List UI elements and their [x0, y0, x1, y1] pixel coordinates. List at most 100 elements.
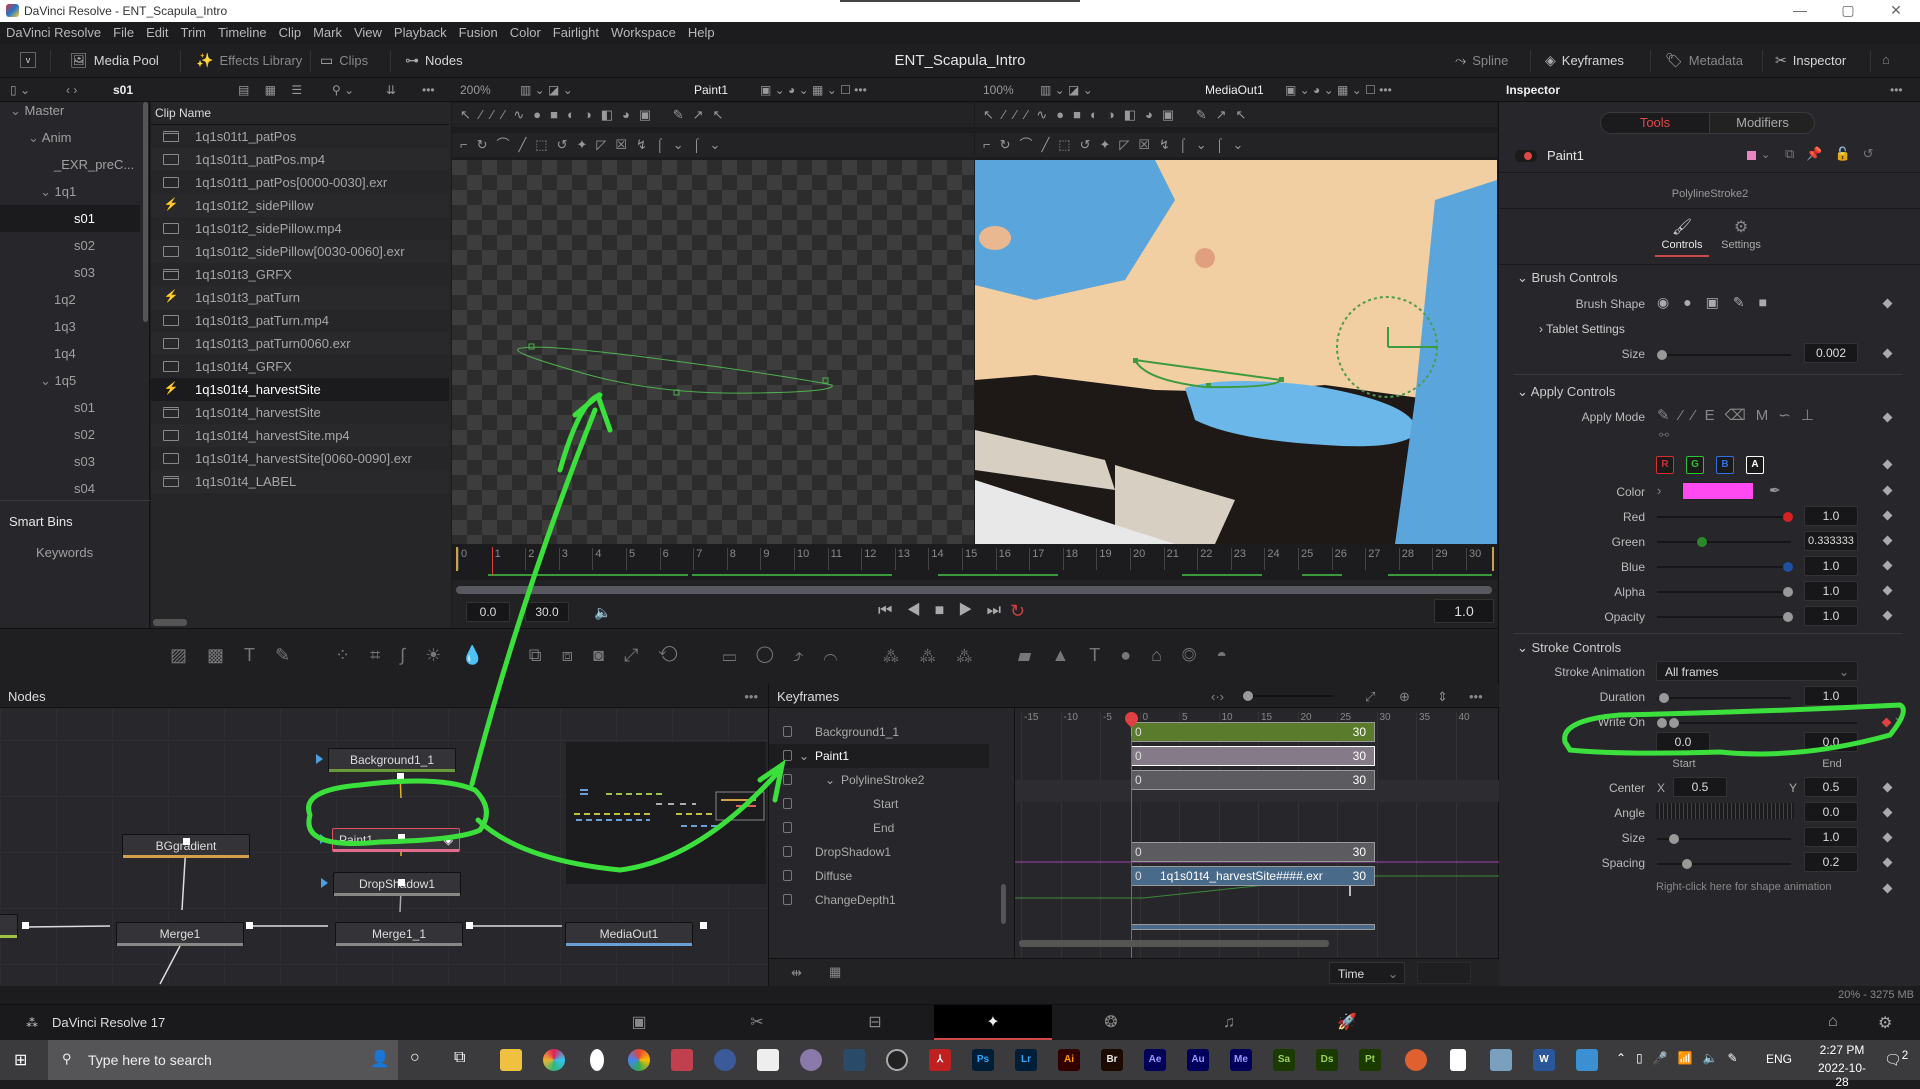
- clip-row[interactable]: 1q1s01t3_patTurn.mp4: [151, 309, 449, 332]
- viewer1-paint-tools-row1[interactable]: ↖⁄⁄⁄∿●■◐◑◧◕▣ ✎↗↖: [452, 103, 974, 127]
- app-icon[interactable]: [800, 1049, 822, 1071]
- viewer2-zoom[interactable]: 100%: [983, 83, 1014, 97]
- keyframe-range-bar[interactable]: 0 30: [1131, 746, 1375, 766]
- clip-row[interactable]: 1q1s01t4_harvestSite: [151, 401, 449, 424]
- stroke-controls-header[interactable]: ⌄ Stroke Controls: [1517, 640, 1621, 656]
- shape-animation-hint[interactable]: Right-click here for shape animation: [1656, 881, 1831, 893]
- spreadsheet-icon[interactable]: ▦: [829, 964, 841, 980]
- clip-row[interactable]: 1q1s01t4_harvestSite.mp4: [151, 424, 449, 447]
- keyframe-diamond[interactable]: [1882, 348, 1893, 359]
- language-indicator[interactable]: ENG: [1766, 1052, 1792, 1066]
- keyframe-range-bar[interactable]: [1131, 924, 1375, 930]
- bin-item[interactable]: 1q2: [0, 286, 76, 313]
- node-header-icons[interactable]: ⧉📌🔓↺: [1785, 146, 1886, 162]
- clip-row[interactable]: 1q1s01t3_patTurn0060.exr: [151, 332, 449, 355]
- keyframe-diamond[interactable]: [1882, 510, 1893, 521]
- time-stretch-icon[interactable]: ⇹: [791, 965, 802, 981]
- brush-size-field[interactable]: 0.002: [1804, 343, 1858, 363]
- keyframe-range-bar[interactable]: 0 1q1s01t4_harvestSite####.exr 30: [1131, 866, 1375, 886]
- viewer1-paint-tools-row2[interactable]: ⌐↻⌒╱⬚↺✦◸☒↯⌠⌄⌠⌄: [452, 133, 974, 157]
- keyframe-range-bar[interactable]: 0 30: [1131, 722, 1375, 742]
- brush-controls-header[interactable]: ⌄ Brush Controls: [1517, 270, 1618, 286]
- node-offscreen[interactable]: [0, 914, 18, 938]
- lock-icon[interactable]: [783, 894, 792, 905]
- tab-modifiers[interactable]: Modifiers: [1709, 113, 1815, 133]
- spline-button[interactable]: ⤳ Spline: [1455, 52, 1508, 69]
- keyframe-diamond[interactable]: [1882, 832, 1893, 843]
- menu-davinci-resolve[interactable]: DaVinci Resolve: [0, 22, 107, 40]
- taskbar-search-box[interactable]: ⚲ Type here to search 👤: [48, 1040, 398, 1080]
- taskbar-app-br[interactable]: Br: [1101, 1049, 1123, 1071]
- duration-slider[interactable]: [1657, 693, 1791, 703]
- node-minimap[interactable]: [566, 742, 766, 884]
- word-icon[interactable]: W: [1533, 1049, 1555, 1071]
- stroke-size-slider[interactable]: [1657, 834, 1791, 844]
- lock-icon[interactable]: [783, 798, 792, 809]
- node-enable-toggle[interactable]: [1515, 150, 1537, 162]
- menu-mark[interactable]: Mark: [307, 22, 348, 40]
- eyedropper-icon[interactable]: ✒: [1769, 482, 1781, 499]
- node-input-port[interactable]: [316, 754, 323, 764]
- channel-toggle-r[interactable]: R: [1656, 456, 1674, 474]
- lock-icon[interactable]: [783, 750, 792, 761]
- clip-row[interactable]: 1q1s01t2_sidePillow.mp4: [151, 217, 449, 240]
- menu-clip[interactable]: Clip: [273, 22, 307, 40]
- cortana-icon[interactable]: ○: [410, 1049, 420, 1067]
- loop-icon[interactable]: ↻: [1010, 601, 1025, 622]
- color-swatch[interactable]: [1682, 482, 1754, 500]
- viewer1-options[interactable]: ▥ ⌄ ◪ ⌄: [520, 83, 573, 97]
- keyframe-diamond[interactable]: [1882, 610, 1893, 621]
- keyframe-diamond[interactable]: [1882, 459, 1893, 470]
- bin-item[interactable]: ⌄ Anim: [0, 124, 71, 151]
- clip-row[interactable]: 1q1s01t1_patPos[0000-0030].exr: [151, 171, 449, 194]
- menu-workspace[interactable]: Workspace: [605, 22, 682, 40]
- search-icon[interactable]: ⚲ ⌄: [332, 83, 354, 97]
- red-slider[interactable]: [1657, 512, 1793, 522]
- photos-icon[interactable]: [1576, 1049, 1598, 1071]
- taskbar-app-sa[interactable]: Sa: [1273, 1049, 1295, 1071]
- bin-item[interactable]: 1q4: [0, 340, 76, 367]
- sidebar-toggle-icon[interactable]: ▯ ⌄: [10, 83, 30, 97]
- node-output-port[interactable]: [246, 922, 253, 929]
- spacing-field[interactable]: 0.2: [1804, 852, 1858, 872]
- app-icon[interactable]: [590, 1049, 604, 1071]
- channel-toggle-a[interactable]: A: [1746, 456, 1764, 474]
- notifications-icon[interactable]: 🗨2: [1884, 1049, 1908, 1069]
- keyframe-track-row[interactable]: Diffuse: [769, 864, 999, 888]
- node-paint1[interactable]: Paint1 ◈: [332, 828, 460, 852]
- node-output-port[interactable]: [397, 773, 404, 780]
- clips-hscrollbar[interactable]: [153, 619, 187, 626]
- keyframe-track-row[interactable]: Background1_1: [769, 720, 999, 744]
- keyframe-diamond[interactable]: [1882, 560, 1893, 571]
- node-input-port[interactable]: [320, 834, 327, 844]
- cinema4d-icon[interactable]: [714, 1049, 736, 1071]
- brush-size-slider[interactable]: [1657, 350, 1791, 360]
- timeline-scrubber[interactable]: [456, 586, 1492, 594]
- angle-field[interactable]: 0.0: [1804, 802, 1858, 822]
- apply-controls-header[interactable]: ⌄ Apply Controls: [1517, 384, 1615, 400]
- keyframe-range-bar[interactable]: 0 30: [1131, 842, 1375, 862]
- node-background1-1[interactable]: Background1_1: [328, 748, 456, 772]
- opacity-field[interactable]: 1.0: [1804, 606, 1858, 626]
- taskbar-app-pt[interactable]: Pt: [1359, 1049, 1381, 1071]
- windows-start-icon[interactable]: ⊞: [14, 1050, 27, 1070]
- stroke-point[interactable]: [822, 377, 829, 384]
- bin-item[interactable]: s01: [0, 205, 140, 232]
- stroke-animation-dropdown[interactable]: All frames ⌄: [1656, 661, 1858, 681]
- page-tab-fairlight[interactable]: ♫: [1170, 1005, 1288, 1041]
- chevron-down-icon[interactable]: ⌄: [1761, 148, 1770, 161]
- bin-item[interactable]: ⌄ Master: [0, 97, 64, 124]
- page-tab-color[interactable]: ❂: [1052, 1005, 1170, 1041]
- duration-field[interactable]: 1.0: [1804, 686, 1858, 706]
- tool-color-swatch[interactable]: [1747, 151, 1756, 160]
- lock-icon[interactable]: [783, 846, 792, 857]
- fusion-tool-icons[interactable]: ▨▩T✎ ⁘⌗∫☀💧 ⧉⧈◙⤢⟲ ▭◯⤴⌒ ⁂⁂⁂ ▰▲T●⌂◎◓: [170, 645, 1247, 666]
- tab-tools[interactable]: Tools: [1601, 113, 1709, 133]
- keyframe-range-bar[interactable]: 0 30: [1131, 770, 1375, 790]
- taskbar-app-ae[interactable]: Ae: [1144, 1049, 1166, 1071]
- channel-toggle-g[interactable]: G: [1686, 456, 1704, 474]
- green-field[interactable]: 0.333333: [1804, 531, 1858, 551]
- current-frame-field[interactable]: 1.0: [1434, 599, 1494, 623]
- keyframe-track-row[interactable]: ⌄ Paint1: [769, 744, 989, 768]
- stroke-size-field[interactable]: 1.0: [1804, 827, 1858, 847]
